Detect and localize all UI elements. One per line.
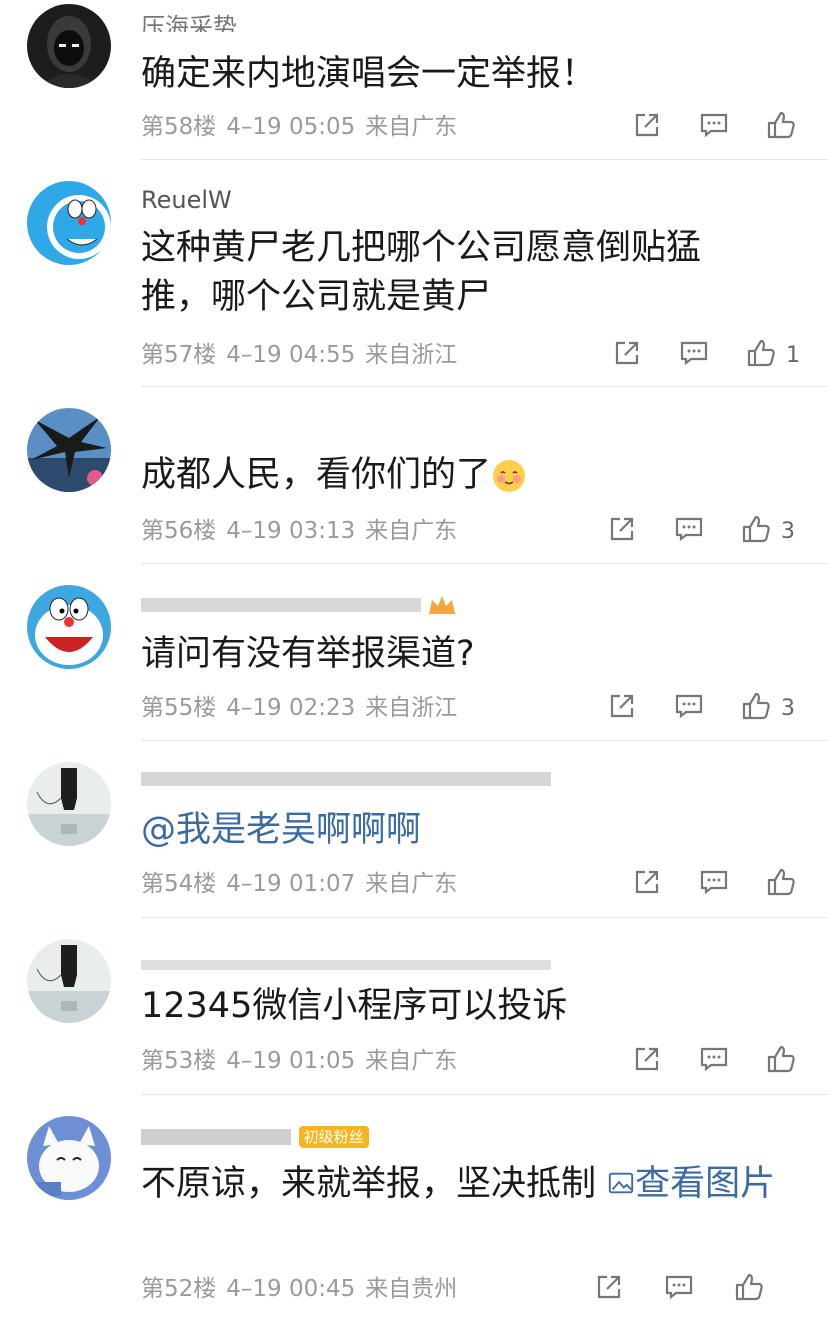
comment-icon <box>674 691 704 725</box>
comment-actions: 1 <box>0 337 828 373</box>
comment-text: 确定来内地演唱会一定举报！ <box>141 54 597 94</box>
share-button[interactable] <box>594 1271 624 1307</box>
divider <box>141 563 828 564</box>
like-button[interactable] <box>766 1043 806 1079</box>
comment-text: 成都人民，看你们的了 <box>141 451 801 500</box>
like-button[interactable]: 3 <box>741 690 795 726</box>
redacted-username <box>141 772 551 786</box>
share-icon <box>607 691 637 725</box>
redacted-username <box>141 598 421 612</box>
like-button[interactable] <box>766 866 806 902</box>
divider <box>141 159 828 160</box>
username[interactable]: 初级粉丝 <box>141 1124 369 1148</box>
share-icon <box>594 1272 624 1306</box>
share-icon <box>632 110 662 144</box>
comment-text-content: 成都人民，看你们的了 <box>141 455 492 495</box>
reply-button[interactable] <box>699 866 729 902</box>
share-icon <box>607 514 637 548</box>
reply-button[interactable] <box>699 109 729 145</box>
like-count: 1 <box>786 342 800 368</box>
like-button[interactable]: 3 <box>741 513 795 549</box>
avatar[interactable] <box>27 939 111 1023</box>
like-button[interactable] <box>766 109 806 145</box>
divider <box>141 386 828 387</box>
thumbs-up-icon <box>741 514 771 548</box>
comment-actions <box>0 866 828 902</box>
comment-actions: 3 <box>0 513 828 549</box>
comment-text: @我是老吴啊啊啊 <box>141 806 801 855</box>
share-button[interactable] <box>607 513 637 549</box>
view-image-label: 查看图片 <box>635 1164 776 1204</box>
redacted-username <box>141 960 551 970</box>
mention-link[interactable]: @我是老吴啊啊啊 <box>141 810 421 850</box>
comment-icon <box>674 514 704 548</box>
comment-icon <box>679 338 709 372</box>
avatar[interactable] <box>27 408 111 492</box>
divider <box>141 917 828 918</box>
avatar[interactable] <box>27 181 111 265</box>
thumbs-up-icon <box>746 338 776 372</box>
thumbs-up-icon <box>766 867 796 901</box>
comment-actions <box>0 1043 828 1079</box>
fan-level-badge: 初级粉丝 <box>298 1126 369 1148</box>
comment-text: 不原谅，来就举报，坚决抵制 查看图片 <box>141 1160 791 1209</box>
reply-button[interactable] <box>679 337 709 373</box>
crown-icon <box>427 594 457 616</box>
username[interactable] <box>141 766 551 790</box>
comment-icon <box>664 1272 694 1306</box>
comment-text: 请问有没有举报渠道? <box>141 634 475 674</box>
share-button[interactable] <box>612 337 642 373</box>
like-count: 3 <box>781 695 795 721</box>
thumbs-up-icon <box>766 110 796 144</box>
avatar[interactable] <box>27 585 111 669</box>
username[interactable]: 压海采势 <box>141 12 237 32</box>
share-button[interactable] <box>607 690 637 726</box>
reply-button[interactable] <box>674 513 704 549</box>
reply-button[interactable] <box>664 1271 694 1307</box>
thumbs-up-icon <box>741 691 771 725</box>
comment-text-content: 不原谅，来就举报，坚决抵制 <box>141 1164 597 1204</box>
comment-text: 这种黄尸老几把哪个公司愿意倒贴猛推，哪个公司就是黄尸 <box>141 228 702 317</box>
like-button[interactable]: 1 <box>746 337 800 373</box>
share-icon <box>632 1044 662 1078</box>
reply-button[interactable] <box>674 690 704 726</box>
comment-actions <box>0 1271 828 1307</box>
share-button[interactable] <box>632 866 662 902</box>
like-count: 3 <box>781 518 795 544</box>
share-button[interactable] <box>632 109 662 145</box>
thumbs-up-icon <box>734 1272 764 1306</box>
username[interactable]: ReuelW <box>141 188 232 212</box>
share-icon <box>632 867 662 901</box>
comment-actions <box>0 109 828 145</box>
username[interactable] <box>141 592 457 616</box>
like-button[interactable] <box>734 1271 774 1307</box>
blush-emoji-icon <box>493 460 526 492</box>
reply-button[interactable] <box>699 1043 729 1079</box>
share-icon <box>612 338 642 372</box>
image-icon <box>609 1172 634 1194</box>
avatar[interactable] <box>27 762 111 846</box>
divider <box>141 740 828 741</box>
redacted-username <box>141 1129 291 1145</box>
divider <box>141 1094 828 1095</box>
share-button[interactable] <box>632 1043 662 1079</box>
comment-icon <box>699 1044 729 1078</box>
comment-text: 12345微信小程序可以投诉 <box>141 986 568 1026</box>
comment-icon <box>699 867 729 901</box>
comment-icon <box>699 110 729 144</box>
username[interactable] <box>141 952 551 976</box>
avatar[interactable] <box>27 1116 111 1200</box>
view-image-link[interactable]: 查看图片 <box>607 1164 775 1204</box>
avatar[interactable] <box>27 4 111 88</box>
comment-actions: 3 <box>0 690 828 726</box>
thumbs-up-icon <box>766 1044 796 1078</box>
